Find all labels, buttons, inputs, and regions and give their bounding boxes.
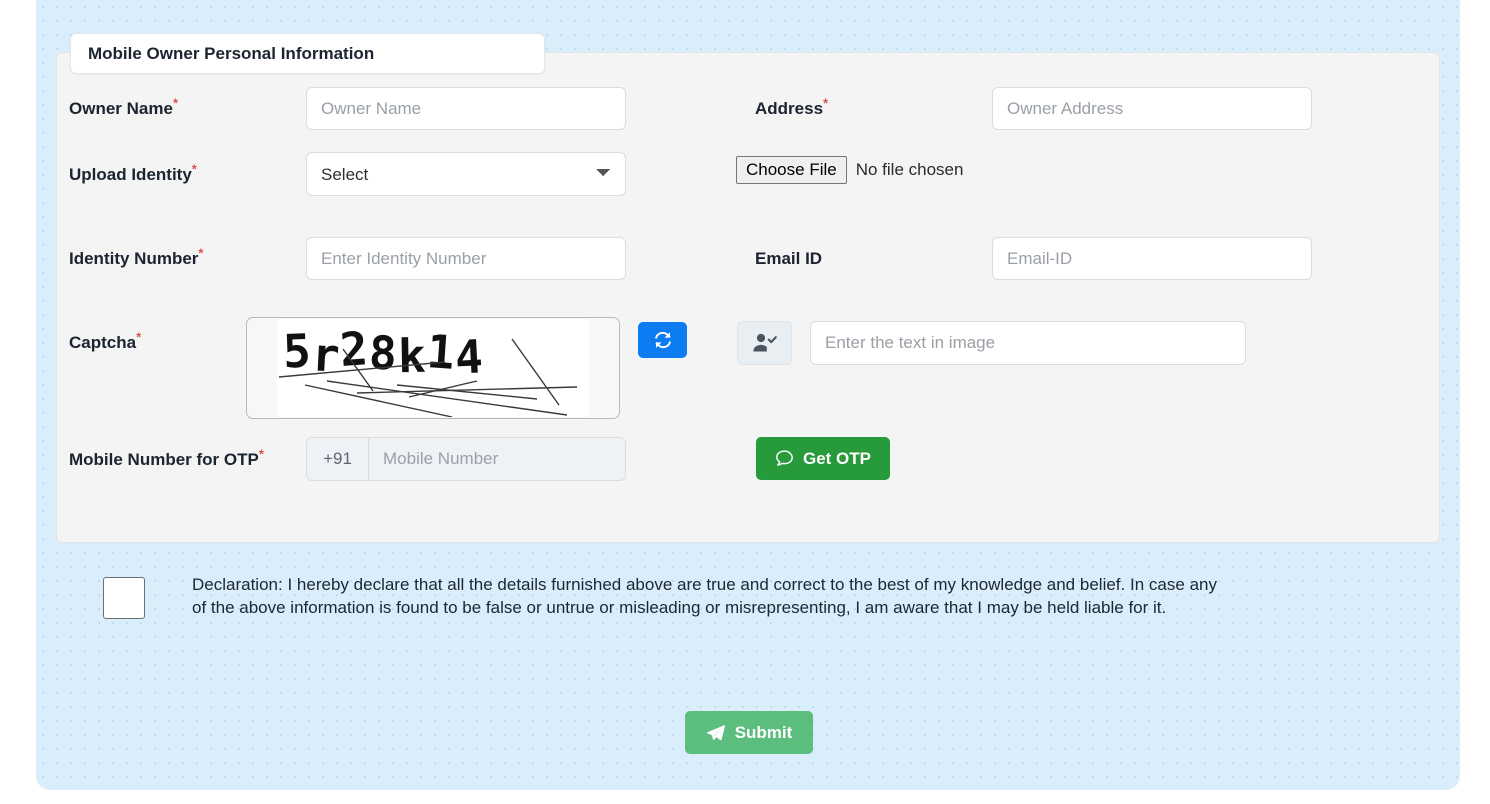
captcha-required-asterisk: * xyxy=(136,329,142,345)
get-otp-label: Get OTP xyxy=(802,448,871,468)
form-legend-label: Mobile Owner Personal Information xyxy=(88,43,375,63)
declaration-text: Declaration: I hereby declare that all t… xyxy=(192,575,1217,617)
upload-identity-select[interactable]: Select xyxy=(306,152,626,196)
identity-number-required-asterisk: * xyxy=(198,245,204,261)
captcha-input-prefix xyxy=(737,321,792,365)
mobile-number-input[interactable] xyxy=(369,438,625,480)
declaration-checkbox[interactable] xyxy=(103,577,145,619)
owner-name-label-text: Owner Name xyxy=(69,99,173,118)
identity-number-label-text: Identity Number xyxy=(69,249,199,268)
captcha-image: 5r28k14 xyxy=(277,319,589,417)
upload-identity-label-text: Upload Identity xyxy=(69,165,192,184)
address-label-text: Address xyxy=(755,99,824,118)
choose-file-button[interactable]: Choose File xyxy=(736,156,847,184)
owner-name-input[interactable] xyxy=(306,87,626,130)
page-root: Mobile Owner Personal Information Owner … xyxy=(0,0,1490,804)
captcha-label-text: Captcha xyxy=(69,333,137,352)
identity-file-upload[interactable]: Choose File No file chosen xyxy=(736,156,963,184)
comment-icon xyxy=(776,450,793,466)
captcha-image-container: 5r28k14 xyxy=(246,317,620,419)
country-code-prefix: +91 xyxy=(307,438,369,480)
form-legend: Mobile Owner Personal Information xyxy=(70,33,545,74)
mobile-otp-required-asterisk: * xyxy=(258,446,264,462)
captcha-refresh-button[interactable] xyxy=(638,322,687,358)
mobile-otp-label: Mobile Number for OTP* xyxy=(69,447,289,473)
paper-plane-icon xyxy=(706,724,725,740)
address-label: Address* xyxy=(755,96,828,122)
address-required-asterisk: * xyxy=(823,95,829,111)
upload-identity-required-asterisk: * xyxy=(191,161,197,177)
captcha-input[interactable] xyxy=(810,321,1246,365)
mobile-number-group[interactable]: +91 xyxy=(306,437,626,481)
email-id-input[interactable] xyxy=(992,237,1312,280)
submit-button[interactable]: Submit xyxy=(685,711,813,754)
identity-number-label: Identity Number* xyxy=(69,246,203,272)
owner-name-label: Owner Name* xyxy=(69,96,178,122)
captcha-label: Captcha* xyxy=(69,330,141,356)
submit-label: Submit xyxy=(734,722,793,742)
captcha-noise-lines xyxy=(278,338,578,417)
upload-identity-label: Upload Identity* xyxy=(69,162,197,188)
user-check-icon xyxy=(752,333,777,352)
mobile-otp-label-text: Mobile Number for OTP xyxy=(69,450,259,469)
get-otp-button[interactable]: Get OTP xyxy=(756,437,890,480)
email-id-label-text: Email ID xyxy=(755,249,823,268)
refresh-icon xyxy=(654,331,671,349)
file-chosen-status: No file chosen xyxy=(855,160,964,179)
email-id-label: Email ID xyxy=(755,246,822,272)
identity-number-input[interactable] xyxy=(306,237,626,280)
owner-name-required-asterisk: * xyxy=(172,95,178,111)
address-input[interactable] xyxy=(992,87,1312,130)
